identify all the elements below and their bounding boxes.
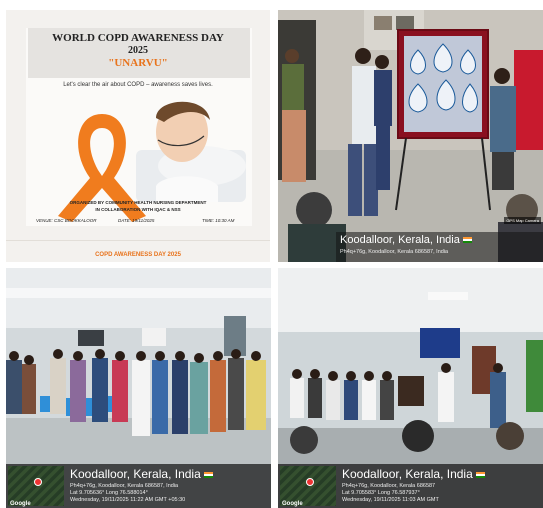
poster-date: DATE: 19/11/2025 — [118, 218, 155, 223]
poster-venue: VENUE: CSC BOOKKALOOR — [36, 218, 97, 223]
india-flag-icon — [475, 471, 485, 478]
geotag-timestamp: Wednesday, 19/11/2025 11:22 AM GMT +05:3… — [70, 497, 186, 503]
awareness-day-poster: WORLD COPD AWARENESS DAY 2025 "UNARVU" L… — [6, 10, 270, 262]
organizer-line-2: IN COLLABORATION WITH IQAC & NSS — [95, 207, 181, 212]
poster-artwork — [58, 101, 246, 222]
geotag-address: Ph4q+76g, Koodalloor, Kerala 686587, Ind… — [70, 483, 179, 489]
location-map-thumbnail — [8, 466, 64, 506]
photo-group-pledge: Google Koodalloor, Kerala, India Ph4q+76… — [6, 268, 271, 508]
india-flag-icon — [462, 237, 472, 244]
awareness-ribbon-icon — [58, 114, 146, 222]
geotag-overlay: Google Koodalloor, Kerala, India Ph4q+76… — [6, 464, 271, 508]
poster-time: TIME: 10:30 AM — [202, 218, 235, 223]
geotag-timestamp: Wednesday, 19/11/2025 11:03 AM GMT — [342, 497, 439, 503]
photo-hall-session: Google Koodalloor, Kerala, India Ph4q+76… — [278, 268, 543, 508]
organizer-line-1: ORGANIZED BY COMMUNITY HEALTH NURSING DE… — [69, 200, 207, 205]
poster-footer: COPD AWARENESS DAY 2025 — [95, 252, 181, 258]
geotag-location: Koodalloor, Kerala, India — [340, 234, 472, 246]
location-map-thumbnail — [280, 466, 336, 506]
geotag-location: Koodalloor, Kerala, India — [70, 467, 213, 481]
geotag-coordinates: Lat 9.705636° Long 76.588014° — [70, 490, 148, 496]
photo-flipchart-presentation: GPS Map Camera Koodalloor, Kerala, India… — [278, 10, 543, 262]
map-pin-icon — [34, 478, 42, 486]
patient-child-illustration — [136, 101, 246, 202]
india-flag-icon — [203, 471, 213, 478]
geotag-address: Ph4q+76g, Koodalloor, Kerala 686587 — [342, 483, 436, 489]
photo-scene — [278, 10, 543, 262]
geotag-overlay: Koodalloor, Kerala, India Ph4q+76g, Kood… — [336, 232, 543, 262]
map-provider-label: Google — [10, 501, 31, 507]
geotag-address: Ph4q+76g, Koodalloor, Kerala 686587, Ind… — [340, 249, 449, 255]
map-pin-icon — [306, 478, 314, 486]
poster-divider — [6, 240, 270, 241]
geotag-overlay: Google Koodalloor, Kerala, India Ph4q+76… — [278, 464, 543, 508]
gps-camera-badge: GPS Map Camera — [504, 217, 541, 224]
geotag-coordinates: Lat 9.705583° Long 76.587937° — [342, 490, 420, 496]
geotag-location: Koodalloor, Kerala, India — [342, 467, 485, 481]
map-provider-label: Google — [282, 501, 303, 507]
